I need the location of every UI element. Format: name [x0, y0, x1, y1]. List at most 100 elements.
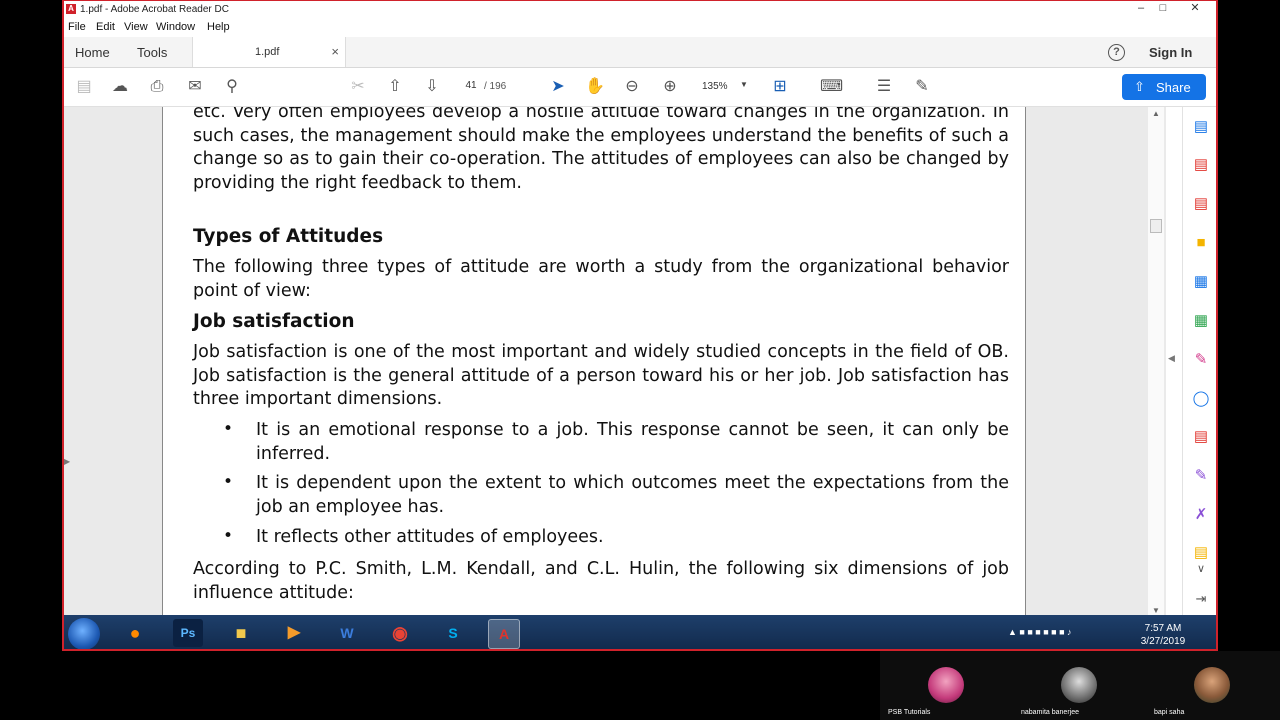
fill-sign-icon[interactable]: ✎ — [1191, 350, 1211, 370]
toolbar: ▤ ☁ ⎙ ✉ ⚲ ✂ ⇧ ⇩ 41 / 196 ➤ ✋ ⊖ ⊕ 135% ▼ … — [64, 68, 1216, 107]
page-number-input[interactable]: 41 — [460, 78, 482, 94]
page-fit-icon[interactable]: ⊞ — [770, 77, 790, 97]
left-panel-expand-icon[interactable]: ▶ — [64, 457, 70, 466]
sign-in-link[interactable]: Sign In — [1149, 45, 1192, 60]
list-item: It reflects other attitudes of employees… — [256, 527, 604, 547]
menu-bar: File Edit View Window Help — [64, 18, 1216, 37]
participant-name: bapi saha — [1154, 709, 1185, 716]
hand-tool-icon[interactable]: ✋ — [585, 77, 605, 97]
avatar — [928, 667, 964, 703]
send-for-signature-icon[interactable]: ✎ — [1191, 466, 1211, 486]
participant-tile[interactable]: PSB Tutorials — [880, 651, 1013, 720]
zoom-dropdown-icon[interactable]: ▼ — [740, 80, 748, 89]
minimize-icon[interactable]: – — [1130, 1, 1152, 16]
zoom-out-icon[interactable]: ⊖ — [622, 77, 642, 97]
tab-bar: Home Tools 1.pdf × ? Sign In — [64, 37, 1216, 68]
title-bar: A 1.pdf - Adobe Acrobat Reader DC – □ ✕ — [64, 1, 1216, 18]
create-pdf-icon[interactable]: ▤ — [1191, 155, 1211, 175]
start-button[interactable] — [68, 618, 100, 649]
share-button[interactable]: ⇧ Share — [1122, 74, 1206, 100]
edit-pdf-icon[interactable]: ▤ — [1191, 194, 1211, 214]
tab-document[interactable]: 1.pdf × — [192, 37, 346, 67]
organize-pages-icon[interactable]: ▦ — [1191, 311, 1211, 331]
menu-help[interactable]: Help — [207, 21, 230, 33]
bullet-dot: • — [223, 472, 234, 492]
avatar — [1061, 667, 1097, 703]
firefox-icon[interactable]: ● — [120, 619, 150, 647]
zoom-in-icon[interactable]: ⊕ — [660, 77, 680, 97]
heading-types-of-attitudes: Types of Attitudes — [193, 226, 384, 247]
protect-icon[interactable]: ◯ — [1191, 389, 1211, 409]
clock[interactable]: 7:57 AM 3/27/2019 — [1138, 622, 1188, 648]
select-cursor-icon[interactable]: ➤ — [548, 77, 568, 97]
participant-tile[interactable]: bapi saha — [1146, 651, 1280, 720]
scissors-icon[interactable]: ✂ — [348, 77, 368, 97]
clock-time: 7:57 AM — [1144, 623, 1182, 634]
acrobat-icon[interactable]: A — [488, 619, 520, 649]
photoshop-icon[interactable]: Ps — [173, 619, 203, 647]
tab-home[interactable]: Home — [75, 45, 110, 60]
tools-scroll-down-icon[interactable]: ∨ — [1191, 559, 1211, 579]
next-page-icon[interactable]: ⇩ — [422, 77, 442, 97]
menu-file[interactable]: File — [68, 21, 86, 33]
media-icon[interactable]: ▶ — [279, 619, 309, 647]
combine-files-icon[interactable]: ▦ — [1191, 272, 1211, 292]
scroll-down-icon[interactable]: ▼ — [1152, 606, 1160, 615]
explorer-icon[interactable]: ■ — [226, 619, 256, 647]
pen-icon[interactable]: ✎ — [912, 77, 932, 97]
word-icon[interactable]: W — [332, 619, 362, 647]
close-window-icon[interactable]: ✕ — [1184, 1, 1206, 16]
maximize-icon[interactable]: □ — [1152, 1, 1174, 16]
menu-edit[interactable]: Edit — [96, 21, 115, 33]
bullet-dot: • — [223, 419, 234, 439]
acrobat-app-icon: A — [66, 4, 76, 14]
comment-tool-icon[interactable]: ■ — [1191, 233, 1211, 253]
help-icon[interactable]: ? — [1108, 44, 1125, 61]
certificates-icon[interactable]: ✗ — [1191, 505, 1211, 525]
keyboard-icon[interactable]: ⌨ — [820, 77, 843, 97]
list-item: It is an emotional response to a job. Th… — [256, 420, 1009, 464]
avatar — [1194, 667, 1230, 703]
print-icon[interactable]: ⎙ — [147, 77, 167, 97]
save-icon[interactable]: ▤ — [74, 77, 94, 97]
chrome-icon[interactable]: ◉ — [385, 619, 415, 647]
skype-icon[interactable]: S — [438, 619, 468, 647]
paragraph-job-satisfaction: Job satisfaction is one of the most impo… — [193, 342, 1009, 409]
compress-pdf-icon[interactable]: ▤ — [1191, 427, 1211, 447]
paragraph-types: The following three types of attitude ar… — [193, 257, 1009, 301]
email-icon[interactable]: ✉ — [185, 77, 205, 97]
system-tray-icons[interactable]: ▲ ■ ■ ■ ■ ■ ■ ♪ — [1008, 627, 1072, 637]
bullet-dot: • — [223, 526, 234, 546]
zoom-level[interactable]: 135% — [702, 81, 728, 92]
vertical-scrollbar[interactable]: ▲ ▼ — [1148, 107, 1164, 615]
comment-icon[interactable]: ☰ — [874, 77, 894, 97]
collapse-tools-icon[interactable]: ⇥ — [1191, 589, 1211, 609]
heading-job-satisfaction: Job satisfaction — [193, 311, 355, 332]
right-panel-collapse-icon[interactable]: ◀ — [1168, 353, 1175, 364]
acrobat-window: A 1.pdf - Adobe Acrobat Reader DC – □ ✕ … — [62, 0, 1218, 651]
share-icon: ⇧ — [1134, 79, 1145, 94]
participant-name: PSB Tutorials — [888, 709, 931, 716]
tab-tools[interactable]: Tools — [137, 45, 167, 60]
window-title: 1.pdf - Adobe Acrobat Reader DC — [80, 4, 229, 15]
upload-cloud-icon[interactable]: ☁ — [110, 77, 130, 97]
page-total: / 196 — [484, 81, 507, 92]
clock-date: 3/27/2019 — [1140, 636, 1186, 647]
document-view[interactable]: ▶ etc. Very often employees develop a ho… — [64, 107, 1166, 615]
previous-page-icon[interactable]: ⇧ — [385, 77, 405, 97]
share-label: Share — [1156, 80, 1191, 95]
paragraph-smith: According to P.C. Smith, L.M. Kendall, a… — [193, 559, 1009, 603]
scroll-up-icon[interactable]: ▲ — [1152, 109, 1160, 118]
pdf-page: etc. Very often employees develop a host… — [162, 107, 1026, 615]
close-tab-icon[interactable]: × — [331, 44, 339, 59]
menu-view[interactable]: View — [124, 21, 148, 33]
search-zoom-icon[interactable]: ⚲ — [222, 77, 242, 97]
document-tab-label: 1.pdf — [255, 46, 280, 58]
export-pdf-icon[interactable]: ▤ — [1191, 117, 1211, 137]
participant-tile[interactable]: nabamita banerjee — [1013, 651, 1146, 720]
participant-name: nabamita banerjee — [1021, 709, 1079, 716]
scroll-thumb[interactable] — [1150, 219, 1162, 233]
menu-window[interactable]: Window — [156, 21, 195, 33]
tools-pane: ▤ ▤ ▤ ■ ▦ ▦ ✎ ◯ ▤ ✎ ✗ ▤ ∨ ⇥ — [1182, 107, 1216, 615]
paragraph-change: etc. Very often employees develop a host… — [193, 107, 1009, 193]
